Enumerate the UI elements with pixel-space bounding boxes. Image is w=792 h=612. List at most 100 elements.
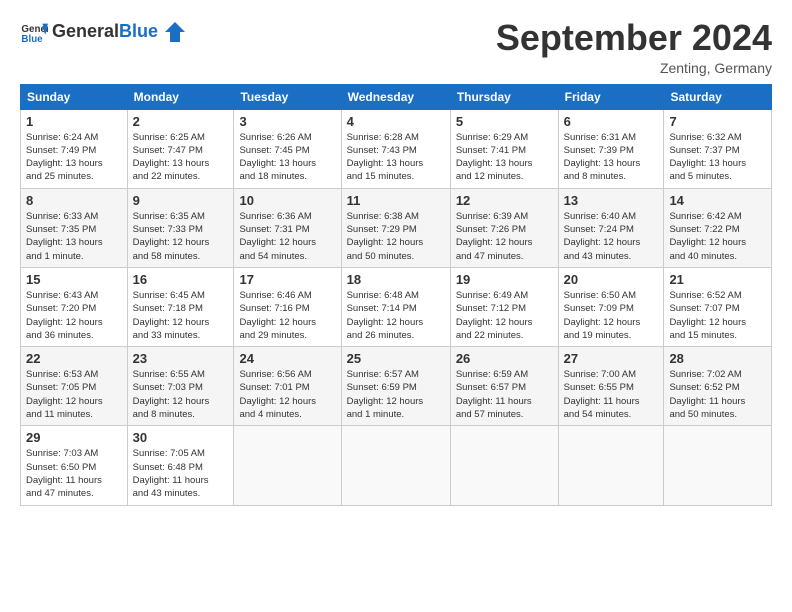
day-info: Sunrise: 7:00 AMSunset: 6:55 PMDaylight:… <box>564 368 659 421</box>
day-number: 27 <box>564 351 659 366</box>
day-info: Sunrise: 6:42 AMSunset: 7:22 PMDaylight:… <box>669 210 766 263</box>
day-info: Sunrise: 6:55 AMSunset: 7:03 PMDaylight:… <box>133 368 229 421</box>
calendar-cell: 3 Sunrise: 6:26 AMSunset: 7:45 PMDaylight… <box>234 109 341 188</box>
col-sunday: Sunday <box>21 84 128 109</box>
day-info: Sunrise: 7:05 AMSunset: 6:48 PMDaylight:… <box>133 447 229 500</box>
day-number: 17 <box>239 272 335 287</box>
calendar-cell: 26Sunrise: 6:59 AMSunset: 6:57 PMDayligh… <box>450 347 558 426</box>
calendar-cell <box>664 426 772 505</box>
day-number: 1 <box>26 114 122 129</box>
day-number: 19 <box>456 272 553 287</box>
day-number: 28 <box>669 351 766 366</box>
calendar-week-5: 29 Sunrise: 7:03 AMSunset: 6:50 PMDayligh… <box>21 426 772 505</box>
logo-icon: General Blue <box>20 18 48 46</box>
calendar-cell: 11Sunrise: 6:38 AMSunset: 7:29 PMDayligh… <box>341 188 450 267</box>
title-area: September 2024 Zenting, Germany <box>496 18 772 76</box>
day-number: 7 <box>669 114 766 129</box>
day-info: Sunrise: 6:32 AMSunset: 7:37 PMDaylight:… <box>669 131 766 184</box>
col-friday: Friday <box>558 84 664 109</box>
col-saturday: Saturday <box>664 84 772 109</box>
day-info: Sunrise: 6:49 AMSunset: 7:12 PMDaylight:… <box>456 289 553 342</box>
location: Zenting, Germany <box>496 60 772 76</box>
calendar-cell: 1 Sunrise: 6:24 AMSunset: 7:49 PMDaylight… <box>21 109 128 188</box>
calendar-cell: 12 Sunrise: 6:39 AMSunset: 7:26 PMDayligh… <box>450 188 558 267</box>
calendar-week-1: 1 Sunrise: 6:24 AMSunset: 7:49 PMDaylight… <box>21 109 772 188</box>
day-info: Sunrise: 6:29 AMSunset: 7:41 PMDaylight:… <box>456 131 553 184</box>
day-info: Sunrise: 6:53 AMSunset: 7:05 PMDaylight:… <box>26 368 122 421</box>
day-info: Sunrise: 6:36 AMSunset: 7:31 PMDaylight:… <box>239 210 335 263</box>
calendar-cell <box>450 426 558 505</box>
day-number: 30 <box>133 430 229 445</box>
calendar-cell: 10Sunrise: 6:36 AMSunset: 7:31 PMDayligh… <box>234 188 341 267</box>
day-info: Sunrise: 7:03 AMSunset: 6:50 PMDaylight:… <box>26 447 122 500</box>
calendar-cell: 16Sunrise: 6:45 AMSunset: 7:18 PMDayligh… <box>127 267 234 346</box>
calendar-cell: 6 Sunrise: 6:31 AMSunset: 7:39 PMDaylight… <box>558 109 664 188</box>
calendar-cell: 24Sunrise: 6:56 AMSunset: 7:01 PMDayligh… <box>234 347 341 426</box>
calendar-cell: 9Sunrise: 6:35 AMSunset: 7:33 PMDaylight… <box>127 188 234 267</box>
day-info: Sunrise: 6:46 AMSunset: 7:16 PMDaylight:… <box>239 289 335 342</box>
svg-text:Blue: Blue <box>21 34 43 45</box>
calendar-cell: 28 Sunrise: 7:02 AMSunset: 6:52 PMDayligh… <box>664 347 772 426</box>
day-number: 13 <box>564 193 659 208</box>
day-info: Sunrise: 6:52 AMSunset: 7:07 PMDaylight:… <box>669 289 766 342</box>
calendar-cell: 17 Sunrise: 6:46 AMSunset: 7:16 PMDayligh… <box>234 267 341 346</box>
calendar-cell: 27 Sunrise: 7:00 AMSunset: 6:55 PMDayligh… <box>558 347 664 426</box>
calendar-cell: 8Sunrise: 6:33 AMSunset: 7:35 PMDaylight… <box>21 188 128 267</box>
calendar-cell <box>558 426 664 505</box>
calendar-cell: 15 Sunrise: 6:43 AMSunset: 7:20 PMDayligh… <box>21 267 128 346</box>
day-number: 6 <box>564 114 659 129</box>
day-number: 15 <box>26 272 122 287</box>
calendar-week-3: 15 Sunrise: 6:43 AMSunset: 7:20 PMDayligh… <box>21 267 772 346</box>
calendar-cell: 25Sunrise: 6:57 AMSunset: 6:59 PMDayligh… <box>341 347 450 426</box>
calendar-cell: 7 Sunrise: 6:32 AMSunset: 7:37 PMDaylight… <box>664 109 772 188</box>
calendar-cell <box>234 426 341 505</box>
day-info: Sunrise: 6:40 AMSunset: 7:24 PMDaylight:… <box>564 210 659 263</box>
day-info: Sunrise: 6:59 AMSunset: 6:57 PMDaylight:… <box>456 368 553 421</box>
col-wednesday: Wednesday <box>341 84 450 109</box>
header-row: Sunday Monday Tuesday Wednesday Thursday… <box>21 84 772 109</box>
col-monday: Monday <box>127 84 234 109</box>
calendar-cell: 20 Sunrise: 6:50 AMSunset: 7:09 PMDayligh… <box>558 267 664 346</box>
calendar-cell: 23 Sunrise: 6:55 AMSunset: 7:03 PMDayligh… <box>127 347 234 426</box>
calendar-cell: 4 Sunrise: 6:28 AMSunset: 7:43 PMDaylight… <box>341 109 450 188</box>
day-number: 23 <box>133 351 229 366</box>
calendar-cell: 30 Sunrise: 7:05 AMSunset: 6:48 PMDayligh… <box>127 426 234 505</box>
day-info: Sunrise: 6:31 AMSunset: 7:39 PMDaylight:… <box>564 131 659 184</box>
day-info: Sunrise: 6:39 AMSunset: 7:26 PMDaylight:… <box>456 210 553 263</box>
day-info: Sunrise: 6:50 AMSunset: 7:09 PMDaylight:… <box>564 289 659 342</box>
day-info: Sunrise: 7:02 AMSunset: 6:52 PMDaylight:… <box>669 368 766 421</box>
calendar-cell: 5 Sunrise: 6:29 AMSunset: 7:41 PMDaylight… <box>450 109 558 188</box>
day-number: 18 <box>347 272 445 287</box>
logo: General Blue GeneralBlue <box>20 18 185 46</box>
day-number: 22 <box>26 351 122 366</box>
calendar-cell: 19 Sunrise: 6:49 AMSunset: 7:12 PMDayligh… <box>450 267 558 346</box>
day-info: Sunrise: 6:24 AMSunset: 7:49 PMDaylight:… <box>26 131 122 184</box>
calendar-cell: 13 Sunrise: 6:40 AMSunset: 7:24 PMDayligh… <box>558 188 664 267</box>
calendar-cell <box>341 426 450 505</box>
calendar-cell: 22 Sunrise: 6:53 AMSunset: 7:05 PMDayligh… <box>21 347 128 426</box>
header: General Blue GeneralBlue September 2024 … <box>20 18 772 76</box>
day-number: 20 <box>564 272 659 287</box>
day-info: Sunrise: 6:28 AMSunset: 7:43 PMDaylight:… <box>347 131 445 184</box>
day-number: 4 <box>347 114 445 129</box>
day-info: Sunrise: 6:43 AMSunset: 7:20 PMDaylight:… <box>26 289 122 342</box>
calendar-cell: 2Sunrise: 6:25 AMSunset: 7:47 PMDaylight… <box>127 109 234 188</box>
day-number: 25 <box>347 351 445 366</box>
calendar-cell: 29 Sunrise: 7:03 AMSunset: 6:50 PMDayligh… <box>21 426 128 505</box>
day-info: Sunrise: 6:26 AMSunset: 7:45 PMDaylight:… <box>239 131 335 184</box>
calendar-week-4: 22 Sunrise: 6:53 AMSunset: 7:05 PMDayligh… <box>21 347 772 426</box>
day-number: 2 <box>133 114 229 129</box>
day-number: 3 <box>239 114 335 129</box>
logo-text: GeneralBlue <box>52 22 185 42</box>
day-number: 14 <box>669 193 766 208</box>
day-number: 5 <box>456 114 553 129</box>
day-number: 29 <box>26 430 122 445</box>
day-info: Sunrise: 6:33 AMSunset: 7:35 PMDaylight:… <box>26 210 122 263</box>
col-thursday: Thursday <box>450 84 558 109</box>
day-info: Sunrise: 6:56 AMSunset: 7:01 PMDaylight:… <box>239 368 335 421</box>
day-number: 21 <box>669 272 766 287</box>
day-number: 12 <box>456 193 553 208</box>
calendar-week-2: 8Sunrise: 6:33 AMSunset: 7:35 PMDaylight… <box>21 188 772 267</box>
calendar-cell: 21 Sunrise: 6:52 AMSunset: 7:07 PMDayligh… <box>664 267 772 346</box>
col-tuesday: Tuesday <box>234 84 341 109</box>
